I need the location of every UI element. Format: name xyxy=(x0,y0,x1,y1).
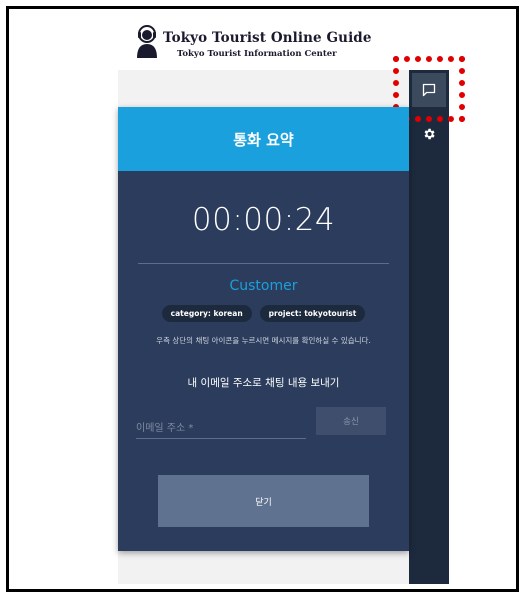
tag-project: project: tokyotourist xyxy=(259,305,366,322)
email-input[interactable] xyxy=(136,419,306,439)
chat-button[interactable] xyxy=(412,73,446,107)
logo: Tokyo Tourist Online Guide Tokyo Tourist… xyxy=(135,24,375,68)
modal-header: 통화 요약 xyxy=(118,107,409,171)
modal-title: 통화 요약 xyxy=(233,130,294,149)
tag-list: category: korean project: tokyotourist xyxy=(118,305,409,322)
divider xyxy=(138,263,389,264)
settings-button[interactable] xyxy=(419,124,439,144)
send-button[interactable]: 송신 xyxy=(316,407,386,435)
guide-person-icon xyxy=(137,25,157,58)
chat-bubble-icon xyxy=(422,83,436,97)
sidebar xyxy=(409,70,449,584)
tag-category: category: korean xyxy=(161,305,252,322)
logo-title: Tokyo Tourist Online Guide xyxy=(163,30,372,46)
gear-icon xyxy=(424,128,435,140)
logo-subtitle: Tokyo Tourist Information Center xyxy=(177,49,337,59)
info-text: 우측 상단의 채팅 아이콘을 누르시면 메시지를 확인하실 수 있습니다. xyxy=(156,336,371,345)
call-summary-modal: 통화 요약 00:00:24 Customer category: korean… xyxy=(118,107,409,551)
close-button[interactable]: 닫기 xyxy=(158,475,369,527)
customer-label: Customer xyxy=(229,278,298,294)
email-heading: 내 이메일 주소로 채팅 내용 보내기 xyxy=(187,377,340,389)
call-timer: 00:00:24 xyxy=(191,202,336,238)
